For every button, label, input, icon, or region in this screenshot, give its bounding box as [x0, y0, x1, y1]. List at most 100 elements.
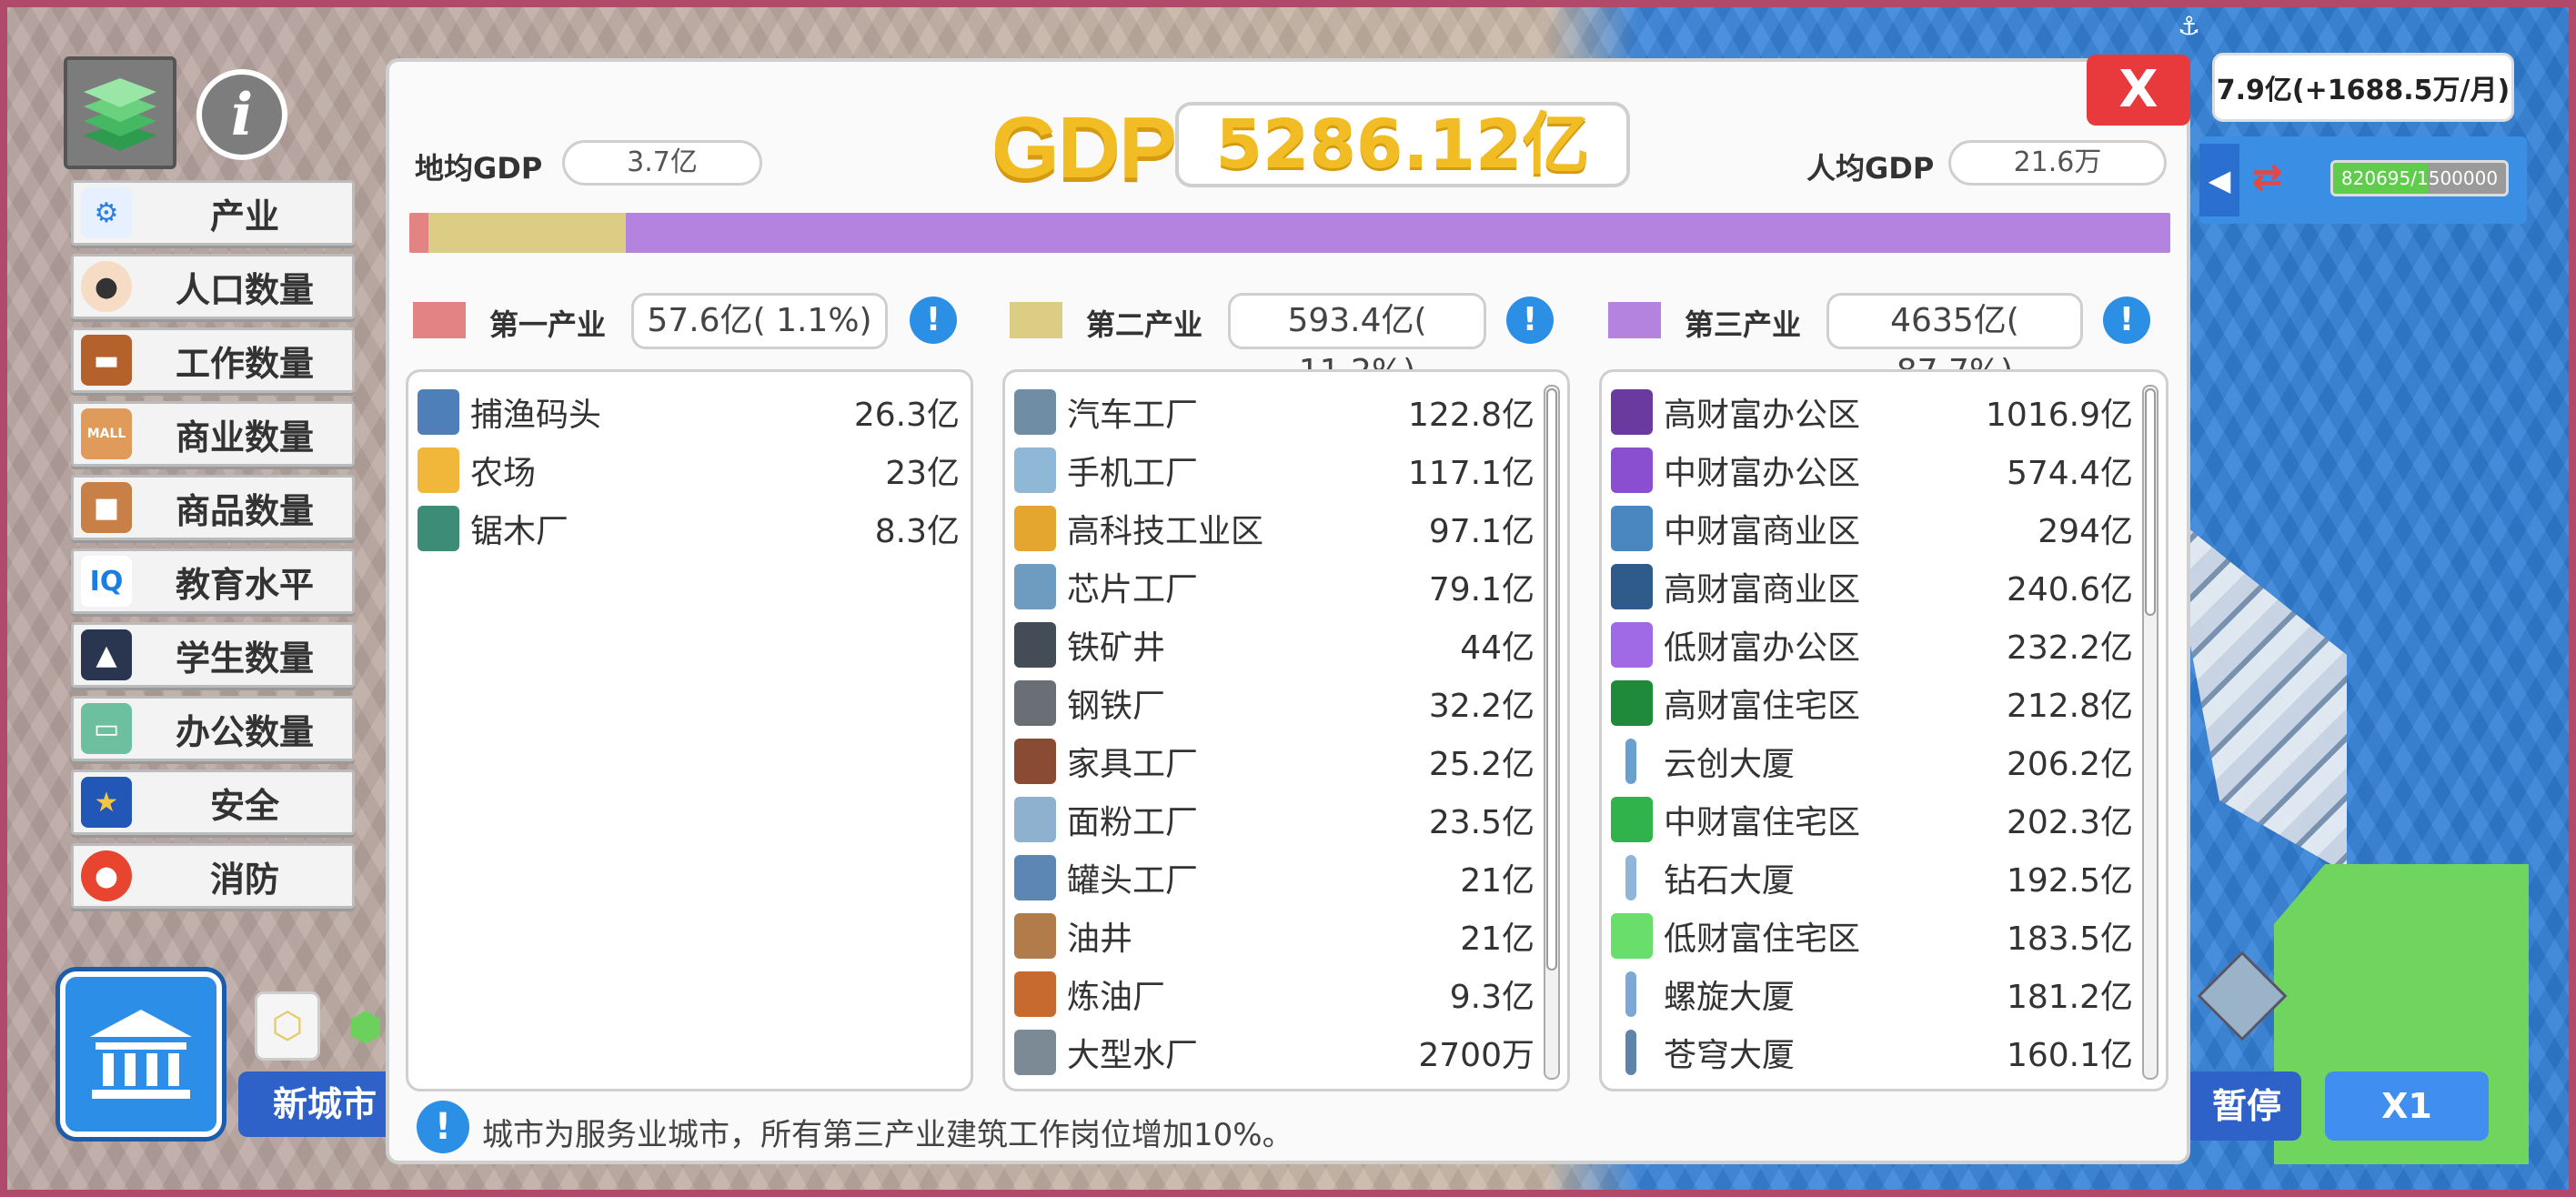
list-item[interactable]: 捕渔码头 26.3亿: [408, 383, 971, 441]
list-item[interactable]: 家具工厂 25.2亿: [1005, 732, 1567, 790]
collapse-arrow-button[interactable]: ◀: [2199, 144, 2239, 216]
list-item[interactable]: 农场 23亿: [408, 441, 971, 499]
building-icon: [1611, 797, 1653, 842]
list-item-name: 中财富住宅区: [1664, 804, 1861, 841]
sidebar-item-label: 安全: [209, 785, 279, 826]
info-icon: i: [230, 80, 254, 149]
list-item-name: 高财富商业区: [1664, 571, 1861, 609]
secondary-info-icon[interactable]: !: [1506, 297, 1554, 344]
money-display: 7.9亿(+1688.5万/月): [2212, 53, 2514, 122]
sidebar-item-offices[interactable]: ▭ 办公数量: [71, 696, 355, 761]
list-item-name: 螺旋大厦: [1664, 979, 1796, 1016]
list-item[interactable]: 罐头工厂 21亿: [1005, 849, 1567, 907]
sidebar-item-commerce[interactable]: MALL 商业数量: [71, 401, 355, 467]
list-item-value: 32.2亿: [1428, 688, 1535, 725]
sidebar-item-fire[interactable]: ● 消防: [71, 843, 355, 909]
list-item[interactable]: 炼油厂 9.3亿: [1005, 965, 1567, 1023]
list-item[interactable]: 螺旋大厦 181.2亿: [1602, 965, 2166, 1023]
info-button[interactable]: i: [196, 69, 287, 160]
list-item-name: 中财富办公区: [1664, 455, 1861, 492]
box-icon: ■: [81, 482, 132, 533]
building-icon: [1625, 971, 1636, 1017]
sidebar-item-population[interactable]: ● 人口数量: [71, 254, 355, 319]
list-item[interactable]: 高科技工业区 97.1亿: [1005, 499, 1567, 558]
primary-sector-name: 第一产业: [489, 307, 607, 342]
list-item[interactable]: 铁矿井 44亿: [1005, 616, 1567, 674]
population-progress-bar: 820695/1500000: [2330, 160, 2509, 196]
list-item[interactable]: 云创大厦 206.2亿: [1602, 732, 2166, 790]
government-button[interactable]: [60, 971, 222, 1137]
list-item[interactable]: 钻石大厦 192.5亿: [1602, 849, 2166, 907]
list-item[interactable]: 大型水厂 2700万: [1005, 1023, 1567, 1081]
green-hex-button[interactable]: ⬢: [338, 995, 393, 1059]
building-icon: [1611, 506, 1653, 551]
pause-button[interactable]: 暂停: [2174, 1071, 2301, 1141]
list-item-name: 油井: [1067, 920, 1133, 958]
building-icon: [1014, 855, 1056, 900]
area-gdp-value: 3.7亿: [562, 140, 762, 186]
list-item-value: 8.3亿: [874, 513, 960, 550]
tertiary-sector-list[interactable]: 高财富办公区 1016.9亿 中财富办公区 574.4亿 中财富商业区 294亿 高财富商业…: [1599, 369, 2168, 1091]
list-item[interactable]: 钢铁厂 32.2亿: [1005, 674, 1567, 732]
list-item[interactable]: 高财富住宅区 212.8亿: [1602, 674, 2166, 732]
list-item-name: 高科技工业区: [1067, 513, 1264, 550]
sidebar-item-label: 教育水平: [175, 564, 314, 605]
list-item-name: 大型水厂: [1067, 1037, 1199, 1074]
list-item[interactable]: 低财富办公区 232.2亿: [1602, 616, 2166, 674]
sidebar-item-security[interactable]: ★ 安全: [71, 770, 355, 835]
list-item[interactable]: 面粉工厂 23.5亿: [1005, 790, 1567, 849]
secondary-sector-value: 593.4亿( 11.2%): [1228, 293, 1486, 390]
list-item-name: 低财富办公区: [1664, 629, 1861, 667]
hex-zone-button[interactable]: ⬡: [255, 991, 320, 1061]
layers-button[interactable]: [64, 56, 176, 169]
list-item-value: 97.1亿: [1428, 513, 1535, 550]
sidebar-list[interactable]: ⚙ 产业 ● 人口数量 ▬ 工作数量 MALL 商业数量 ■ 商品数量 IQ 教…: [71, 180, 355, 953]
sidebar-item-education[interactable]: IQ 教育水平: [71, 548, 355, 614]
building-icon: [418, 506, 459, 551]
sidebar-item-industry[interactable]: ⚙ 产业: [71, 180, 355, 246]
list-item[interactable]: 手机工厂 117.1亿: [1005, 441, 1567, 499]
list-item[interactable]: 低财富住宅区 183.5亿: [1602, 907, 2166, 965]
share-segment-tertiary: [626, 213, 2170, 253]
list-item[interactable]: 苍穹大厦 160.1亿: [1602, 1023, 2166, 1081]
list-item[interactable]: 锯木厂 8.3亿: [408, 499, 971, 558]
list-item-value: 23亿: [885, 455, 960, 492]
exchange-icon[interactable]: ⇄: [2252, 147, 2321, 207]
primary-info-icon[interactable]: !: [910, 297, 957, 344]
building-icon: [1014, 797, 1056, 842]
list-item[interactable]: 高财富办公区 1016.9亿: [1602, 383, 2166, 441]
list-item-value: 183.5亿: [2006, 920, 2133, 958]
building-icon: [1014, 680, 1056, 726]
sidebar-item-jobs[interactable]: ▬ 工作数量: [71, 327, 355, 393]
secondary-sector-list[interactable]: 汽车工厂 122.8亿 手机工厂 117.1亿高科技工业区 97.1亿芯片工厂 79.1亿…: [1002, 369, 1570, 1091]
list-item-value: 240.6亿: [2006, 571, 2133, 609]
iq-icon: IQ: [81, 556, 132, 607]
list-item[interactable]: 汽车工厂 122.8亿: [1005, 383, 1567, 441]
sidebar-item-label: 人口数量: [175, 269, 314, 310]
population-progress-text: 820695/1500000: [2340, 167, 2499, 189]
per-capita-gdp-value: 21.6万: [1948, 140, 2167, 186]
sidebar-item-students[interactable]: ▲ 学生数量: [71, 622, 355, 688]
list-item[interactable]: 中财富办公区 574.4亿: [1602, 441, 2166, 499]
list-item-name: 炼油厂: [1067, 979, 1166, 1016]
sidebar-item-label: 学生数量: [175, 638, 314, 679]
building-icon: [1014, 564, 1056, 609]
area-gdp-label: 地均GDP: [415, 151, 543, 186]
primary-sector-list[interactable]: 捕渔码头 26.3亿 农场 23亿 锯木厂 8.3亿: [406, 369, 973, 1091]
tertiary-info-icon[interactable]: !: [2103, 297, 2150, 344]
building-icon: [1611, 564, 1653, 609]
building-icon: [1014, 389, 1056, 435]
list-item-value: 574.4亿: [2006, 455, 2133, 492]
list-item[interactable]: 油井 21亿: [1005, 907, 1567, 965]
list-item-value: 192.5亿: [2006, 862, 2133, 900]
close-button[interactable]: X: [2087, 55, 2190, 126]
speed-button[interactable]: X1: [2325, 1071, 2489, 1141]
list-item[interactable]: 高财富商业区 240.6亿: [1602, 558, 2166, 616]
sidebar-item-goods[interactable]: ■ 商品数量: [71, 475, 355, 540]
list-item-value: 117.1亿: [1407, 455, 1535, 492]
list-item[interactable]: 中财富住宅区 202.3亿: [1602, 790, 2166, 849]
police-badge-icon: ★: [81, 777, 132, 828]
list-item[interactable]: 芯片工厂 79.1亿: [1005, 558, 1567, 616]
list-item-value: 9.3亿: [1449, 979, 1535, 1016]
list-item[interactable]: 中财富商业区 294亿: [1602, 499, 2166, 558]
